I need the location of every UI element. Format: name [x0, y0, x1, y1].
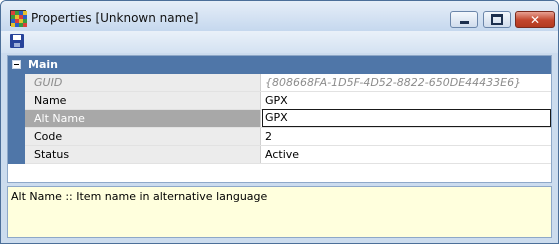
property-row-alt-name[interactable]: Alt Name GPX — [25, 109, 551, 128]
save-icon[interactable] — [10, 34, 24, 48]
category-gutter — [8, 74, 25, 164]
minimize-icon — [459, 21, 469, 24]
toolbar — [1, 31, 558, 53]
maximize-button[interactable] — [483, 11, 511, 28]
property-row-code[interactable]: Code 2 — [25, 128, 551, 146]
description-text: Alt Name :: Item name in alternative lan… — [11, 190, 268, 203]
close-button[interactable]: ✕ — [515, 11, 555, 28]
property-value[interactable]: Active — [263, 146, 551, 163]
property-row-status[interactable]: Status Active — [25, 146, 551, 164]
property-name: GUID — [25, 74, 261, 91]
category-row-main[interactable]: Main — [8, 56, 551, 74]
property-name: Name — [25, 92, 261, 109]
property-name: Status — [25, 146, 261, 163]
title-bar[interactable]: Properties [Unknown name] ✕ — [1, 1, 558, 31]
property-row-guid[interactable]: GUID {808668FA-1D5F-4D52-8822-650DE44433… — [25, 74, 551, 92]
property-value-editor[interactable]: GPX — [262, 109, 551, 127]
property-value: {808668FA-1D5F-4D52-8822-650DE44433E6} — [265, 76, 522, 89]
property-grid: Main GUID {808668FA-1D5F-4D52-8822-650DE… — [7, 55, 552, 183]
properties-window: Properties [Unknown name] ✕ Main GUID {8… — [0, 0, 559, 244]
property-row-name[interactable]: Name GPX — [25, 92, 551, 110]
property-name: Code — [25, 128, 261, 145]
minimize-button[interactable] — [450, 11, 478, 28]
property-value[interactable]: GPX — [263, 92, 551, 109]
app-icon — [10, 10, 27, 27]
collapse-icon[interactable] — [12, 60, 21, 69]
category-label: Main — [28, 58, 58, 71]
maximize-icon — [491, 14, 503, 25]
property-value[interactable]: 2 — [263, 128, 551, 145]
window-title: Properties [Unknown name] — [31, 11, 199, 25]
property-name: Alt Name — [25, 110, 261, 127]
description-panel: Alt Name :: Item name in alternative lan… — [7, 186, 552, 238]
close-icon: ✕ — [529, 12, 541, 27]
